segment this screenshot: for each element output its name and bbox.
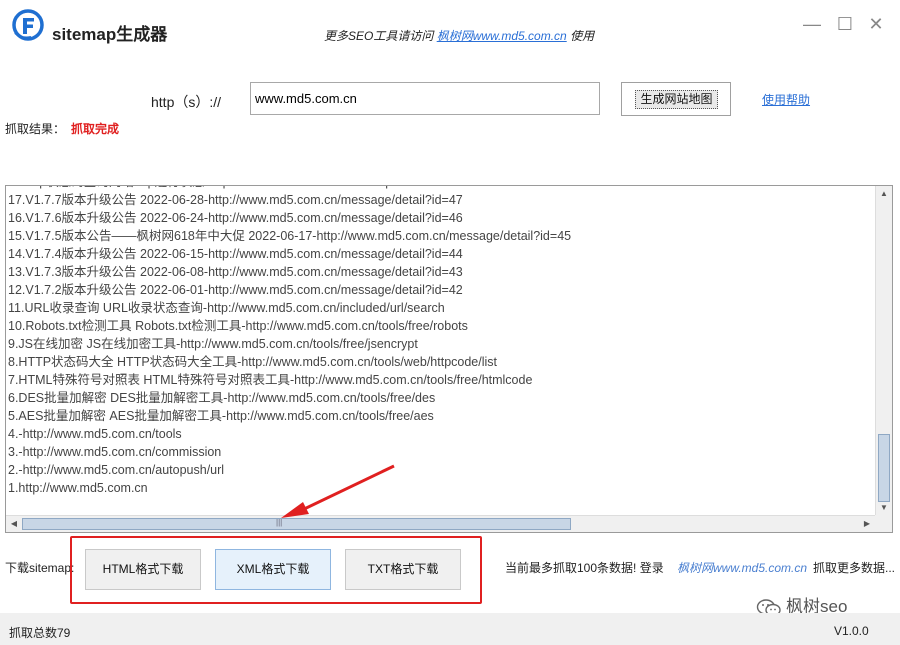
- download-label: 下载sitemap:: [5, 561, 75, 575]
- list-item[interactable]: 4.-http://www.md5.com.cn/tools: [6, 425, 876, 443]
- html-download-button[interactable]: HTML格式下载: [85, 549, 201, 590]
- title-bar: sitemap生成器 更多SEO工具请访问 枫树网www.md5.com.cn …: [0, 0, 900, 50]
- result-status: 抓取完成: [71, 122, 120, 136]
- promo-suffix: 使用: [570, 29, 595, 43]
- list-item[interactable]: 6.DES批量加解密 DES批量加解密工具-http://www.md5.com…: [6, 389, 876, 407]
- total-count: 抓取总数79: [9, 626, 71, 640]
- horizontal-scroll-thumb[interactable]: [22, 518, 571, 530]
- help-link[interactable]: 使用帮助: [762, 91, 810, 108]
- close-button[interactable]: ✕: [866, 14, 886, 34]
- list-item[interactable]: 3.-http://www.md5.com.cn/commission: [6, 443, 876, 461]
- app-title: sitemap生成器: [52, 25, 168, 44]
- result-label: 抓取结果：: [5, 122, 66, 136]
- list-item[interactable]: 5.AES批量加解密 AES批量加解密工具-http://www.md5.com…: [6, 407, 876, 425]
- list-item[interactable]: 1.http://www.md5.com.cn: [6, 479, 876, 497]
- scroll-up-icon[interactable]: ▲: [879, 189, 889, 199]
- list-item[interactable]: 2.-http://www.md5.com.cn/autopush/url: [6, 461, 876, 479]
- list-item[interactable]: 15.V1.7.5版本公告——枫树网618年中大促 2022-06-17-htt…: [6, 227, 876, 245]
- list-item[interactable]: 9.JS在线加密 JS在线加密工具-http://www.md5.com.cn/…: [6, 335, 876, 353]
- more-data-link[interactable]: 抓取更多数据...: [813, 559, 895, 576]
- scroll-down-icon[interactable]: ▼: [879, 503, 889, 513]
- list-item[interactable]: 16.V1.7.6版本升级公告 2022-06-24-http://www.md…: [6, 209, 876, 227]
- txt-download-button[interactable]: TXT格式下载: [345, 549, 461, 590]
- brand-link[interactable]: 枫树网www.md5.com.cn: [677, 559, 807, 576]
- list-item[interactable]: 17.V1.7.7版本升级公告 2022-06-28-http://www.md…: [6, 191, 876, 209]
- list-item[interactable]: 14.V1.7.4版本升级公告 2022-06-15-http://www.md…: [6, 245, 876, 263]
- list-item[interactable]: 7.HTML特殊符号对照表 HTML特殊符号对照表工具-http://www.m…: [6, 371, 876, 389]
- url-list-panel[interactable]: 18.http状态码查询网站http通行状态-http://www.md5.co…: [5, 185, 893, 533]
- list-item[interactable]: 10.Robots.txt检测工具 Robots.txt检测工具-http://…: [6, 317, 876, 335]
- minimize-button[interactable]: —: [802, 14, 822, 34]
- version-label: V1.0.0: [834, 624, 869, 638]
- promo-text: 更多SEO工具请访问 枫树网www.md5.com.cn 使用: [324, 27, 594, 44]
- maximize-button[interactable]: ☐: [835, 14, 855, 34]
- promo-link[interactable]: 枫树网www.md5.com.cn: [437, 29, 567, 43]
- limit-notice: 当前最多抓取100条数据! 登录: [505, 561, 664, 575]
- list-item[interactable]: 12.V1.7.2版本升级公告 2022-06-01-http://www.md…: [6, 281, 876, 299]
- scroll-right-icon[interactable]: ▶: [862, 519, 872, 529]
- scroll-left-icon[interactable]: ◀: [9, 519, 19, 529]
- vertical-scroll-thumb[interactable]: [878, 434, 890, 502]
- protocol-label: http（s）://: [151, 94, 222, 110]
- scroll-corner: [875, 515, 892, 532]
- xml-download-button[interactable]: XML格式下载: [215, 549, 331, 590]
- scroll-grip-icon: |||: [276, 518, 283, 527]
- app-logo-icon: [12, 9, 44, 41]
- promo-prefix: 更多SEO工具请访问: [324, 29, 434, 43]
- horizontal-scrollbar[interactable]: ◀ ||| ▶: [6, 515, 876, 532]
- vertical-scrollbar[interactable]: ▲ ▼: [875, 186, 892, 516]
- list-item[interactable]: 11.URL收录查询 URL收录状态查询-http://www.md5.com.…: [6, 299, 876, 317]
- generate-sitemap-label: 生成网站地图: [635, 90, 718, 109]
- list-item[interactable]: 13.V1.7.3版本升级公告 2022-06-08-http://www.md…: [6, 263, 876, 281]
- url-list: 18.http状态码查询网站http通行状态-http://www.md5.co…: [6, 186, 876, 497]
- status-bar: 抓取总数79 V1.0.0: [0, 613, 900, 645]
- generate-sitemap-button[interactable]: 生成网站地图: [621, 82, 731, 116]
- url-input[interactable]: [250, 82, 600, 115]
- list-item[interactable]: 8.HTTP状态码大全 HTTP状态码大全工具-http://www.md5.c…: [6, 353, 876, 371]
